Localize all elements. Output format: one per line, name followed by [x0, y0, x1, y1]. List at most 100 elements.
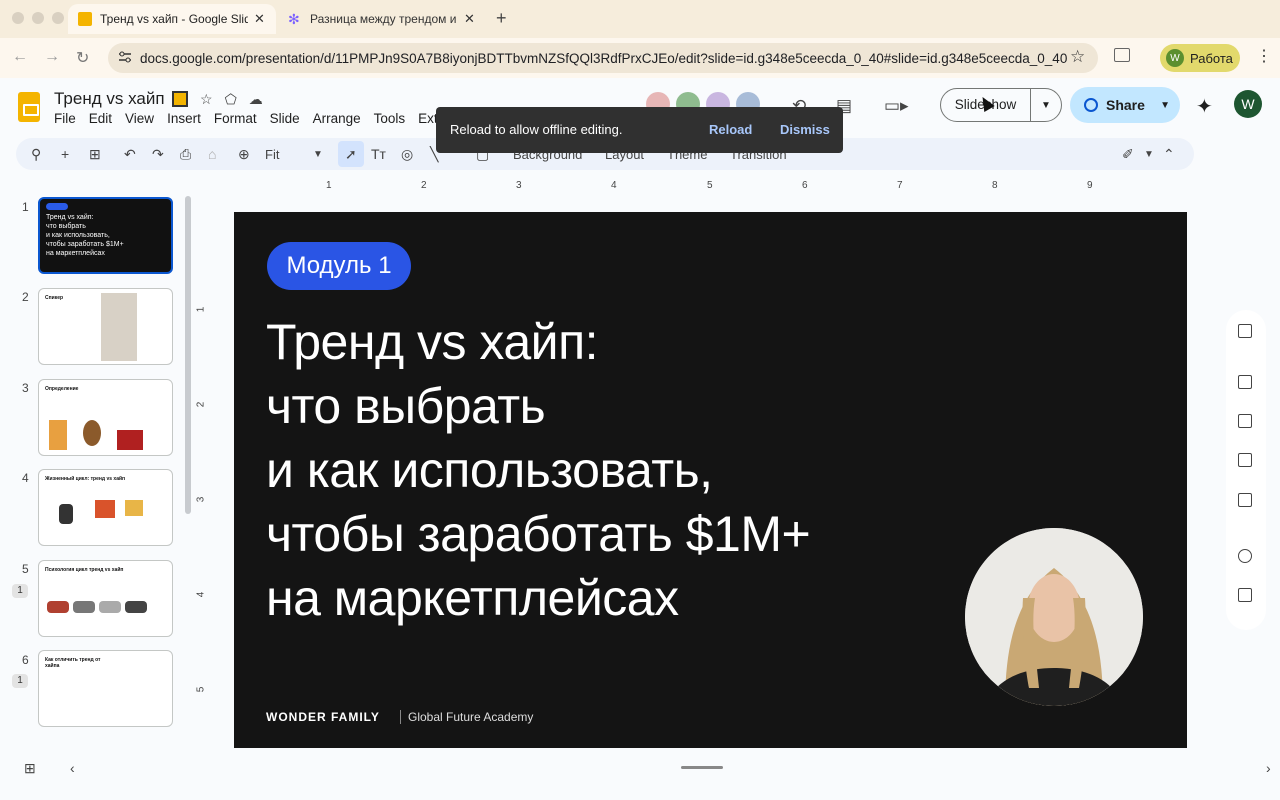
- comment-count-badge[interactable]: 1: [12, 584, 28, 598]
- speaker-notes-icon[interactable]: [1238, 375, 1252, 389]
- slide-number: 4: [22, 471, 29, 485]
- print-icon[interactable]: ⎙: [180, 146, 191, 163]
- vertical-ruler[interactable]: 1 2 3 4 5: [195, 212, 212, 748]
- slide-number: 1: [22, 200, 29, 214]
- browser-menu-icon[interactable]: ⋮: [1256, 46, 1272, 66]
- menu-file[interactable]: File: [54, 111, 76, 126]
- slide-headline[interactable]: Тренд vs хайп: что выбрать и как использ…: [266, 310, 811, 630]
- new-tab-icon[interactable]: +: [496, 8, 507, 29]
- presenter-video[interactable]: [965, 528, 1143, 706]
- add-image-icon[interactable]: [1238, 324, 1252, 338]
- chevron-down-icon[interactable]: ▼: [1144, 149, 1154, 160]
- share-button[interactable]: Share ▼: [1070, 87, 1180, 123]
- product-image: [83, 420, 101, 446]
- profile-label: Работа: [1190, 50, 1233, 66]
- chevron-down-icon[interactable]: ▼: [313, 149, 323, 160]
- redo-icon[interactable]: ↷: [152, 146, 164, 163]
- thumb-title: Спикер: [45, 295, 64, 301]
- undo-icon[interactable]: ↶: [124, 146, 136, 163]
- slide-thumbnail[interactable]: Психология цикл тренд vs хайп: [38, 560, 173, 637]
- ruler-label: 8: [992, 180, 998, 191]
- zoom-icon[interactable]: ⊕: [238, 146, 250, 163]
- move-folder-icon[interactable]: ⬠: [225, 91, 237, 108]
- maximize-window-button[interactable]: [52, 12, 64, 24]
- new-slide-layout-icon[interactable]: ⊞: [89, 146, 101, 163]
- product-image: [99, 601, 121, 613]
- toast-message: Reload to allow offline editing.: [450, 122, 623, 137]
- chevron-down-icon[interactable]: ▼: [1160, 100, 1170, 111]
- site-settings-icon[interactable]: [118, 50, 132, 64]
- academy-name[interactable]: Global Future Academy: [408, 710, 533, 724]
- ruler-label: 7: [897, 180, 903, 191]
- user-avatar[interactable]: W: [1234, 90, 1262, 118]
- slide-thumbnail[interactable]: Жизненный цикл: тренд vs хайп: [38, 469, 173, 546]
- video-record-icon[interactable]: [1238, 588, 1252, 602]
- pen-mode-icon[interactable]: ✐: [1122, 146, 1134, 163]
- menu-format[interactable]: Format: [214, 111, 257, 126]
- shape-icon[interactable]: ◎: [401, 146, 413, 163]
- thumb-title: Определение: [45, 386, 79, 392]
- menu-slide[interactable]: Slide: [270, 111, 300, 126]
- bookmark-star-icon[interactable]: ☆: [1070, 47, 1085, 67]
- toast-dismiss-button[interactable]: Dismiss: [780, 122, 830, 137]
- menu-edit[interactable]: Edit: [89, 111, 112, 126]
- zoom-select[interactable]: Fit: [265, 147, 279, 162]
- slide-thumbnail[interactable]: Как отличить тренд от хайпа: [38, 650, 173, 727]
- text-box-icon[interactable]: Tт: [371, 146, 386, 162]
- slide-thumbnail[interactable]: Спикер: [38, 288, 173, 365]
- back-arrow-icon[interactable]: ←: [12, 48, 28, 66]
- menu-arrange[interactable]: Arrange: [313, 111, 361, 126]
- slides-logo-icon[interactable]: [18, 92, 40, 122]
- contacts-icon[interactable]: [1238, 453, 1252, 467]
- profile-chip[interactable]: W Работа: [1160, 44, 1240, 72]
- browser-tab-slides[interactable]: Тренд vs хайп - Google Slides ✕: [68, 4, 276, 34]
- brand-name[interactable]: WONDER FAMILY: [266, 710, 380, 724]
- menu-tools[interactable]: Tools: [374, 111, 406, 126]
- forward-arrow-icon[interactable]: →: [44, 48, 60, 66]
- theme-badge-icon[interactable]: [172, 91, 188, 107]
- close-window-button[interactable]: [12, 12, 24, 24]
- close-tab-icon[interactable]: ✕: [464, 11, 475, 27]
- horizontal-ruler[interactable]: 1 2 3 4 5 6 7 8 9: [234, 180, 1188, 194]
- filmstrip-scrollbar[interactable]: [185, 196, 191, 514]
- chevron-down-icon[interactable]: ▼: [1031, 100, 1061, 111]
- slideshow-button[interactable]: Slideshow ▼: [940, 88, 1062, 122]
- ruler-label: 9: [1087, 180, 1093, 191]
- ruler-label: 2: [195, 401, 207, 408]
- cloud-status-icon[interactable]: ☁: [249, 91, 263, 108]
- menu-insert[interactable]: Insert: [167, 111, 201, 126]
- grid-view-icon[interactable]: ⊞: [24, 760, 36, 777]
- slides-library-icon[interactable]: [1238, 414, 1252, 428]
- record-icon[interactable]: [1238, 549, 1252, 563]
- select-cursor-icon[interactable]: ➚: [345, 146, 357, 163]
- slide-thumbnail[interactable]: Определение: [38, 379, 173, 456]
- expand-panel-icon[interactable]: ›: [1266, 760, 1271, 776]
- url-field[interactable]: docs.google.com/presentation/d/11PMPJn9S…: [108, 43, 1098, 73]
- gemini-sparkle-icon[interactable]: ✦: [1196, 94, 1213, 119]
- document-title[interactable]: Тренд vs хайп: [54, 89, 165, 109]
- meet-camera-icon[interactable]: ▭▸: [884, 96, 909, 116]
- menu-view[interactable]: View: [125, 111, 154, 126]
- tab-search-icon[interactable]: [1114, 48, 1130, 62]
- side-panel: [1226, 310, 1266, 630]
- collapse-filmstrip-icon[interactable]: ‹: [70, 760, 75, 776]
- slide-number: 2: [22, 290, 29, 304]
- search-menus-icon[interactable]: ⚲: [31, 146, 41, 163]
- product-image: [59, 504, 73, 524]
- collapse-toolbar-icon[interactable]: ⌃: [1163, 146, 1175, 163]
- thumb-title: Психология цикл тренд vs хайп: [45, 567, 124, 573]
- new-slide-icon[interactable]: +: [61, 146, 69, 162]
- star-icon[interactable]: ☆: [200, 91, 213, 108]
- folder-icon[interactable]: [1238, 493, 1252, 507]
- minimize-window-button[interactable]: [32, 12, 44, 24]
- paint-format-icon[interactable]: ⌂: [208, 146, 216, 162]
- browser-tab-assistant[interactable]: ✻ Разница между трендом и хайпом ✕: [278, 4, 488, 34]
- close-tab-icon[interactable]: ✕: [254, 11, 265, 27]
- comment-count-badge[interactable]: 1: [12, 674, 28, 688]
- menu-extensions[interactable]: Ext: [418, 111, 438, 126]
- notes-resize-handle[interactable]: [681, 766, 723, 769]
- toast-reload-button[interactable]: Reload: [709, 122, 752, 137]
- slide-thumbnail[interactable]: Тренд vs хайп: что выбрать и как использ…: [38, 197, 173, 274]
- reload-icon[interactable]: ↻: [76, 48, 89, 68]
- module-pill[interactable]: Модуль 1: [267, 242, 411, 290]
